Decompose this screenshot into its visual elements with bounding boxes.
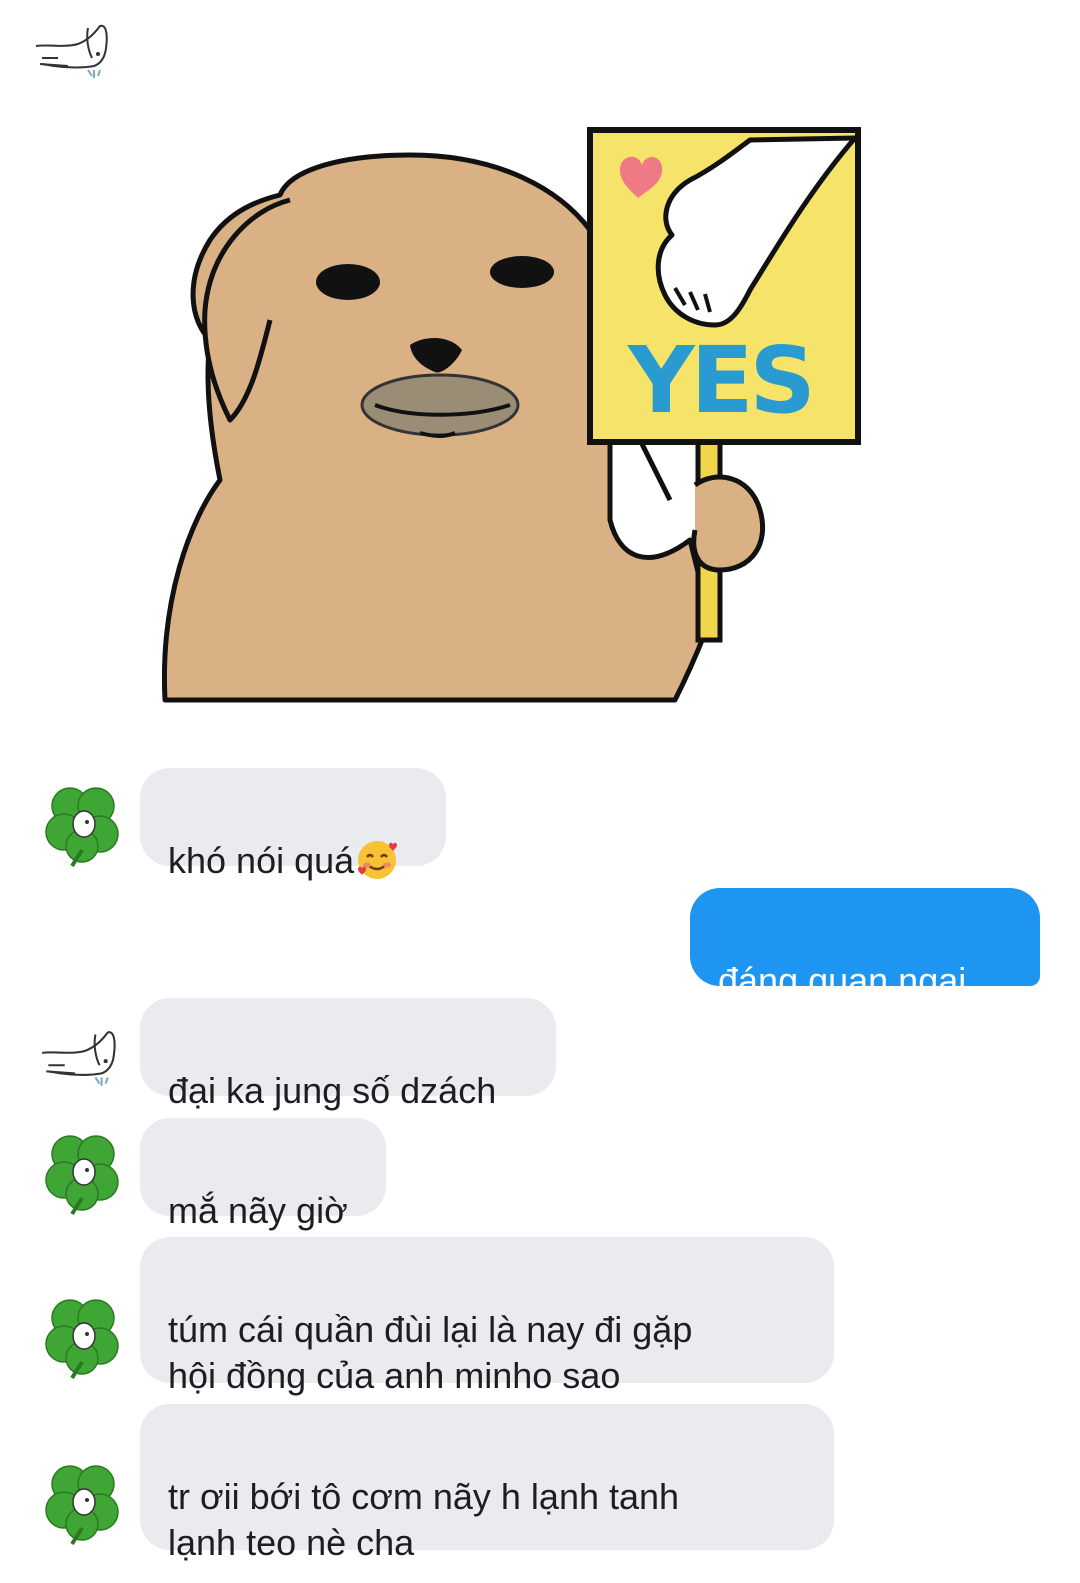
- message-bubble[interactable]: đại ka jung số dzách: [140, 998, 556, 1111]
- message-text: túm cái quần đùi lại là nay đi gặp hội đ…: [168, 1309, 693, 1396]
- dog-yes-sign-sticker[interactable]: YES: [150, 100, 880, 720]
- sticker-yes-text: YES: [627, 327, 812, 434]
- dog-avatar-icon[interactable]: [28, 14, 112, 84]
- chat-thread: YES khó nói quá đáng quan ngại.. đại ka …: [0, 0, 1080, 1583]
- clover-avatar-icon[interactable]: [38, 1128, 128, 1218]
- message-text: đáng quan ngại..: [718, 960, 987, 1001]
- message-text: đại ka jung số dzách: [168, 1070, 497, 1111]
- message-bubble[interactable]: mắ nãy giờ: [140, 1118, 386, 1231]
- four-leaf-clover-icon: [45, 1465, 119, 1546]
- four-leaf-clover-icon: [45, 1299, 119, 1380]
- message-text: tr ơii bới tô cơm nãy h lạnh tanh lạnh t…: [168, 1476, 680, 1563]
- dog-sketch-icon: [35, 24, 108, 78]
- clover-avatar-icon[interactable]: [38, 1458, 128, 1548]
- message-bubble-outgoing[interactable]: đáng quan ngại..: [690, 888, 1040, 1001]
- message-text: khó nói quá: [168, 840, 355, 881]
- message-text: mắ nãy giờ: [168, 1190, 348, 1231]
- four-leaf-clover-icon: [45, 787, 119, 868]
- clover-avatar-icon[interactable]: [38, 780, 128, 870]
- four-leaf-clover-icon: [45, 1135, 119, 1216]
- message-bubble[interactable]: tr ơii bới tô cơm nãy h lạnh tanh lạnh t…: [140, 1404, 834, 1563]
- clover-avatar-icon[interactable]: [38, 1292, 128, 1382]
- message-bubble[interactable]: khó nói quá: [140, 768, 446, 881]
- message-bubble[interactable]: túm cái quần đùi lại là nay đi gặp hội đ…: [140, 1237, 834, 1396]
- smiling-face-with-hearts-icon: [356, 839, 398, 881]
- dog-sketch-icon: [42, 1031, 116, 1086]
- dog-avatar-icon[interactable]: [34, 1018, 120, 1094]
